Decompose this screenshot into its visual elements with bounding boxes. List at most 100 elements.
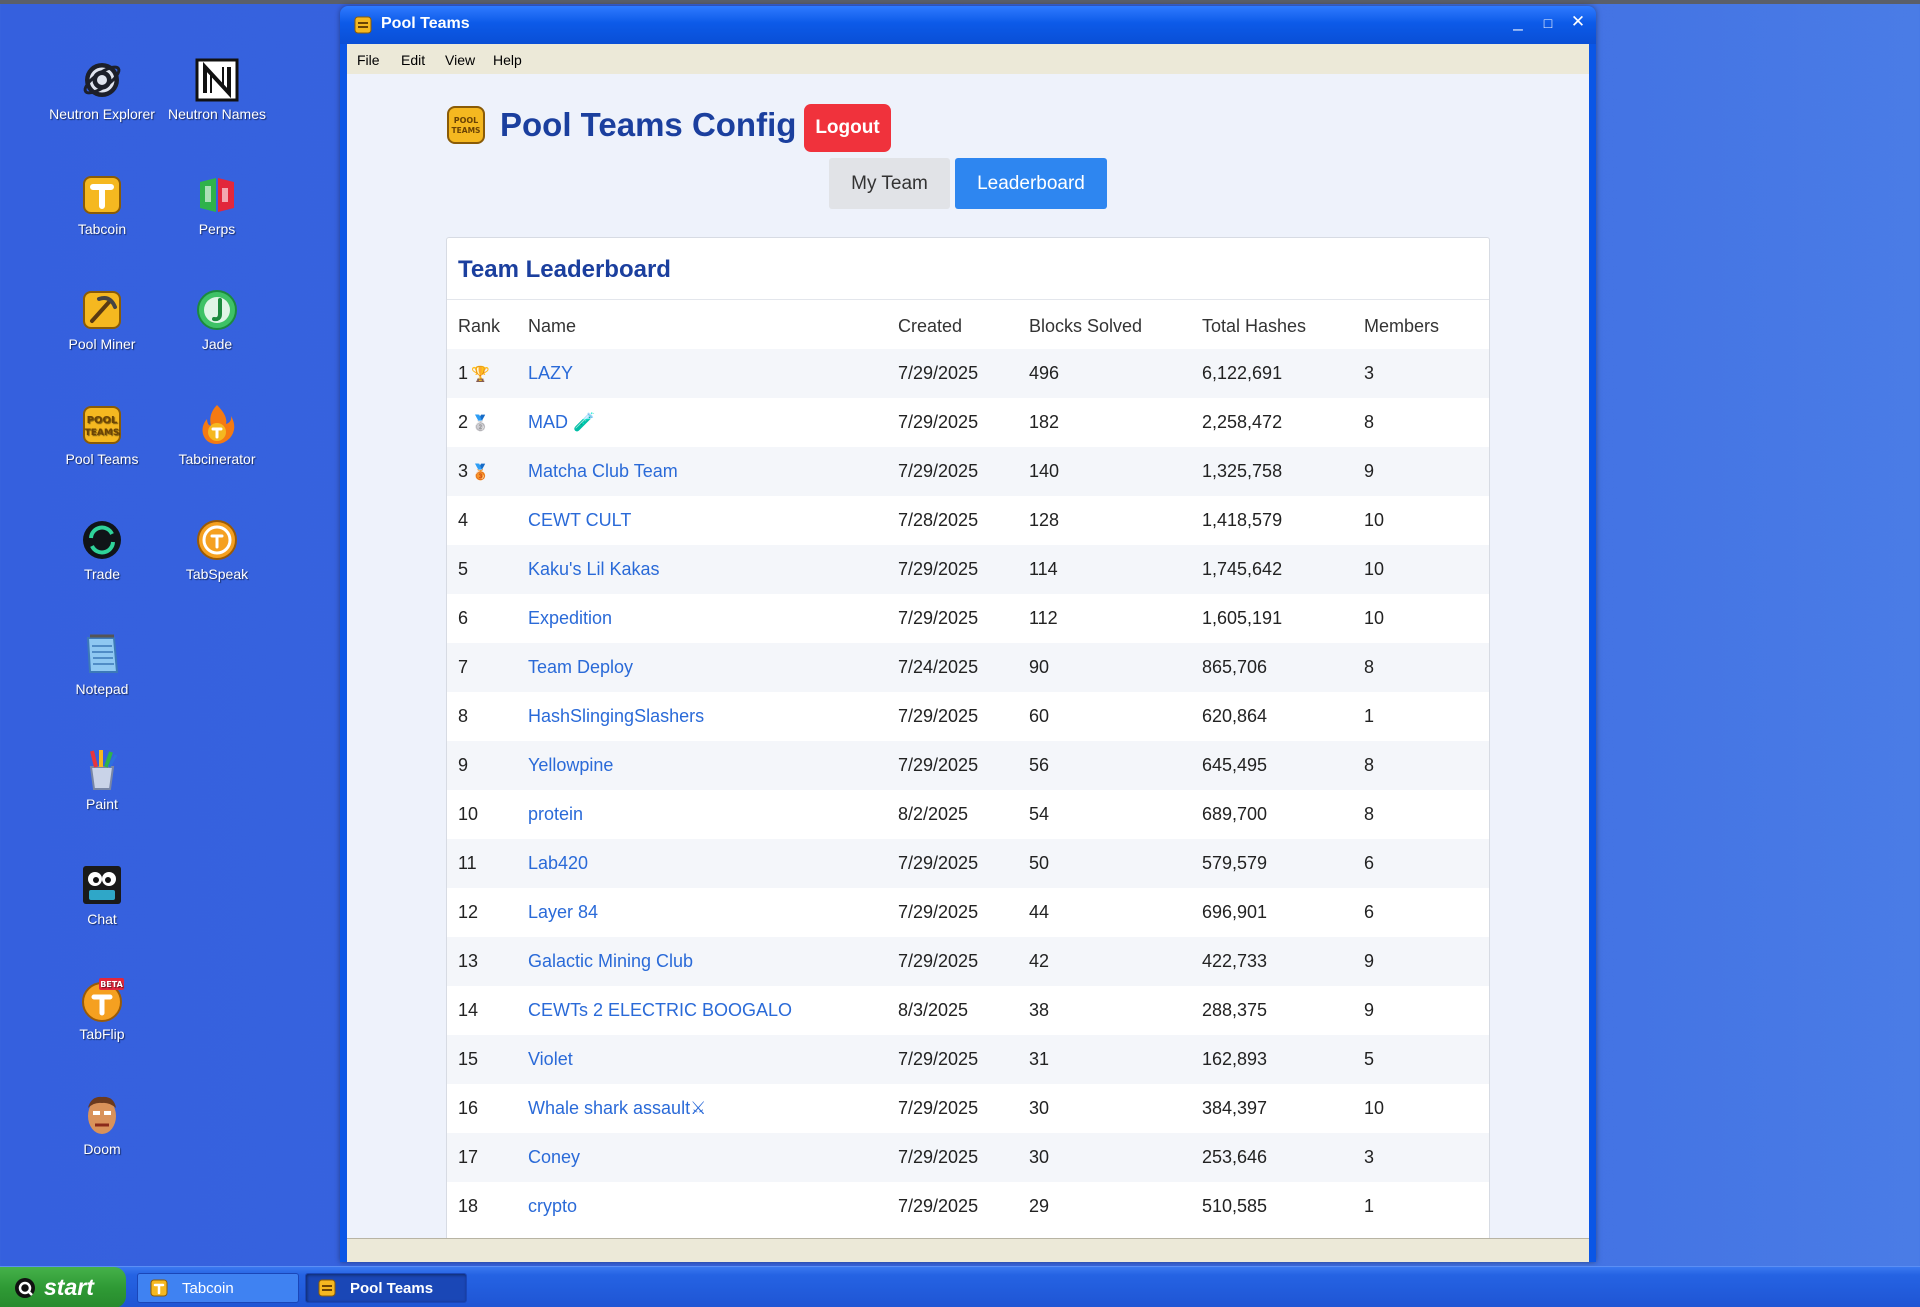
desktop-icon-label: Perps (198, 221, 236, 237)
created-cell: 7/29/2025 (898, 1049, 979, 1069)
start-button[interactable]: start (0, 1267, 126, 1307)
desktop-icon-neutron-names[interactable]: Neutron Names (157, 57, 277, 122)
taskbar-item-pool-teams[interactable]: Pool Teams (305, 1273, 467, 1303)
members-cell: 9 (1364, 1000, 1375, 1020)
rank-cell: 3 🥉 (447, 447, 528, 496)
desktop-icon-neutron-explorer[interactable]: Neutron Explorer (42, 57, 162, 122)
members-cell: 8 (1364, 804, 1375, 824)
rank-value: 9 (458, 755, 469, 775)
menu-file[interactable]: File (357, 52, 380, 68)
tabcoin-icon (83, 176, 121, 214)
table-row: 14 CEWTs 2 ELECTRIC BOOGALO 8/3/2025 38 288,… (447, 986, 1489, 1035)
team-name-link[interactable]: Coney (528, 1147, 580, 1167)
blocks-solved-cell: 42 (1029, 951, 1050, 971)
desktop-icon-perps[interactable]: Perps (157, 172, 277, 237)
team-name-link[interactable]: Whale shark assault⚔ (528, 1098, 706, 1118)
rank-cell: 17 (447, 1133, 528, 1182)
table-row: 4 CEWT CULT 7/28/2025 128 1,418,579 10 (447, 496, 1489, 545)
desktop-icon-tabflip[interactable]: BETA TabFlip (42, 977, 162, 1042)
team-name-link[interactable]: Kaku's Lil Kakas (528, 559, 660, 579)
logout-button[interactable]: Logout (804, 104, 891, 152)
blocks-solved-cell: 128 (1029, 510, 1060, 530)
desktop-icon-tabspeak[interactable]: TabSpeak (157, 517, 277, 582)
team-name-link[interactable]: CEWTs 2 ELECTRIC BOOGALO (528, 1000, 792, 1020)
tab-my-team[interactable]: My Team (829, 158, 950, 209)
total-hashes-cell: 696,901 (1202, 902, 1268, 922)
close-button[interactable]: ✕ (1566, 12, 1590, 32)
desktop-icon-tabcoin[interactable]: Tabcoin (42, 172, 162, 237)
members-cell: 8 (1364, 412, 1375, 432)
medal-icon: 🥈 (471, 415, 490, 432)
members-cell: 10 (1364, 1098, 1385, 1118)
taskbar-item-tabcoin[interactable]: Tabcoin (137, 1273, 299, 1303)
members-cell: 9 (1364, 461, 1375, 481)
rank-cell: 11 (447, 839, 528, 888)
leaderboard-panel: Team Leaderboard Rank Name Created Block… (446, 237, 1490, 1238)
column-header-members[interactable]: Members (1364, 300, 1489, 349)
team-name-link[interactable]: Violet (528, 1049, 573, 1069)
members-cell: 10 (1364, 510, 1385, 530)
rank-value: 13 (458, 951, 479, 971)
menu-view[interactable]: View (445, 52, 475, 68)
desktop-icon-doom[interactable]: Doom (42, 1092, 162, 1157)
table-row: 15 Violet 7/29/2025 31 162,893 5 (447, 1035, 1489, 1084)
desktop-icon-pool-miner[interactable]: Pool Miner (42, 287, 162, 352)
team-name-link[interactable]: HashSlingingSlashers (528, 706, 704, 726)
table-row: 18 crypto 7/29/2025 29 510,585 1 (447, 1182, 1489, 1231)
team-name-link[interactable]: Expedition (528, 608, 612, 628)
menu-help[interactable]: Help (493, 52, 522, 68)
team-name-link[interactable]: protein (528, 804, 583, 824)
menu-edit[interactable]: Edit (401, 52, 425, 68)
members-cell: 6 (1364, 853, 1375, 873)
tab-leaderboard[interactable]: Leaderboard (955, 158, 1107, 209)
column-header-rank[interactable]: Rank (447, 300, 528, 349)
team-name-link[interactable]: LAZY (528, 363, 573, 383)
name-cell: Whale shark assault⚔ (528, 1084, 898, 1133)
blocks-solved-cell: 30 (1029, 1098, 1050, 1118)
rank-value: 7 (458, 657, 469, 677)
team-name-link[interactable]: Yellowpine (528, 755, 613, 775)
desktop-icon-paint[interactable]: Paint (42, 747, 162, 812)
team-name-link[interactable]: MAD 🧪 (528, 412, 595, 432)
team-name-link[interactable]: Layer 84 (528, 902, 598, 922)
created-cell: 8/2/2025 (898, 804, 969, 824)
members-cell: 1 (1364, 1196, 1375, 1216)
tabcoin-icon (150, 1279, 168, 1297)
menu-bar: File Edit View Help (347, 44, 1589, 74)
minimize-button[interactable]: _ (1506, 12, 1530, 32)
desktop-icon-jade[interactable]: Jade (157, 287, 277, 352)
name-cell: Galactic Mining Club (528, 937, 898, 986)
column-header-name[interactable]: Name (528, 300, 898, 349)
team-name-link[interactable]: Lab420 (528, 853, 588, 873)
desktop-icon-label: Neutron Explorer (49, 106, 155, 122)
rank-cell: 8 (447, 692, 528, 741)
total-hashes-cell: 865,706 (1202, 657, 1268, 677)
team-name-link[interactable]: Galactic Mining Club (528, 951, 693, 971)
members-cell: 3 (1364, 363, 1375, 383)
column-header-total-hashes[interactable]: Total Hashes (1202, 300, 1364, 349)
column-header-blocks-solved[interactable]: Blocks Solved (1029, 300, 1202, 349)
name-cell: Lab420 (528, 839, 898, 888)
rank-cell: 6 (447, 594, 528, 643)
rank-cell: 7 (447, 643, 528, 692)
maximize-button[interactable]: □ (1536, 15, 1560, 31)
members-cell: 1 (1364, 706, 1375, 726)
blocks-solved-cell: 496 (1029, 363, 1060, 383)
desktop-icon-pool-teams[interactable]: POOL TEAMS Pool Teams (42, 402, 162, 467)
desktop-icon-notepad[interactable]: Notepad (42, 632, 162, 697)
rank-value: 18 (458, 1196, 479, 1216)
desktop-icon-chat[interactable]: Chat (42, 862, 162, 927)
start-logo-icon (15, 1278, 35, 1298)
pool-teams-window: Pool Teams _ □ ✕ File Edit View Help POO… (340, 6, 1596, 1262)
window-titlebar[interactable]: Pool Teams _ □ ✕ (340, 6, 1596, 44)
table-row: 2 🥈 MAD 🧪 7/29/2025 182 2,258,472 8 (447, 398, 1489, 447)
created-cell: 7/29/2025 (898, 853, 979, 873)
team-name-link[interactable]: CEWT CULT (528, 510, 631, 530)
column-header-created[interactable]: Created (898, 300, 1029, 349)
desktop-icon-tabcinerator[interactable]: Tabcinerator (157, 402, 277, 467)
team-name-link[interactable]: Team Deploy (528, 657, 633, 677)
pool-teams-icon: POOL TEAMS (83, 406, 121, 444)
team-name-link[interactable]: crypto (528, 1196, 577, 1216)
team-name-link[interactable]: Matcha Club Team (528, 461, 678, 481)
desktop-icon-trade[interactable]: Trade (42, 517, 162, 582)
